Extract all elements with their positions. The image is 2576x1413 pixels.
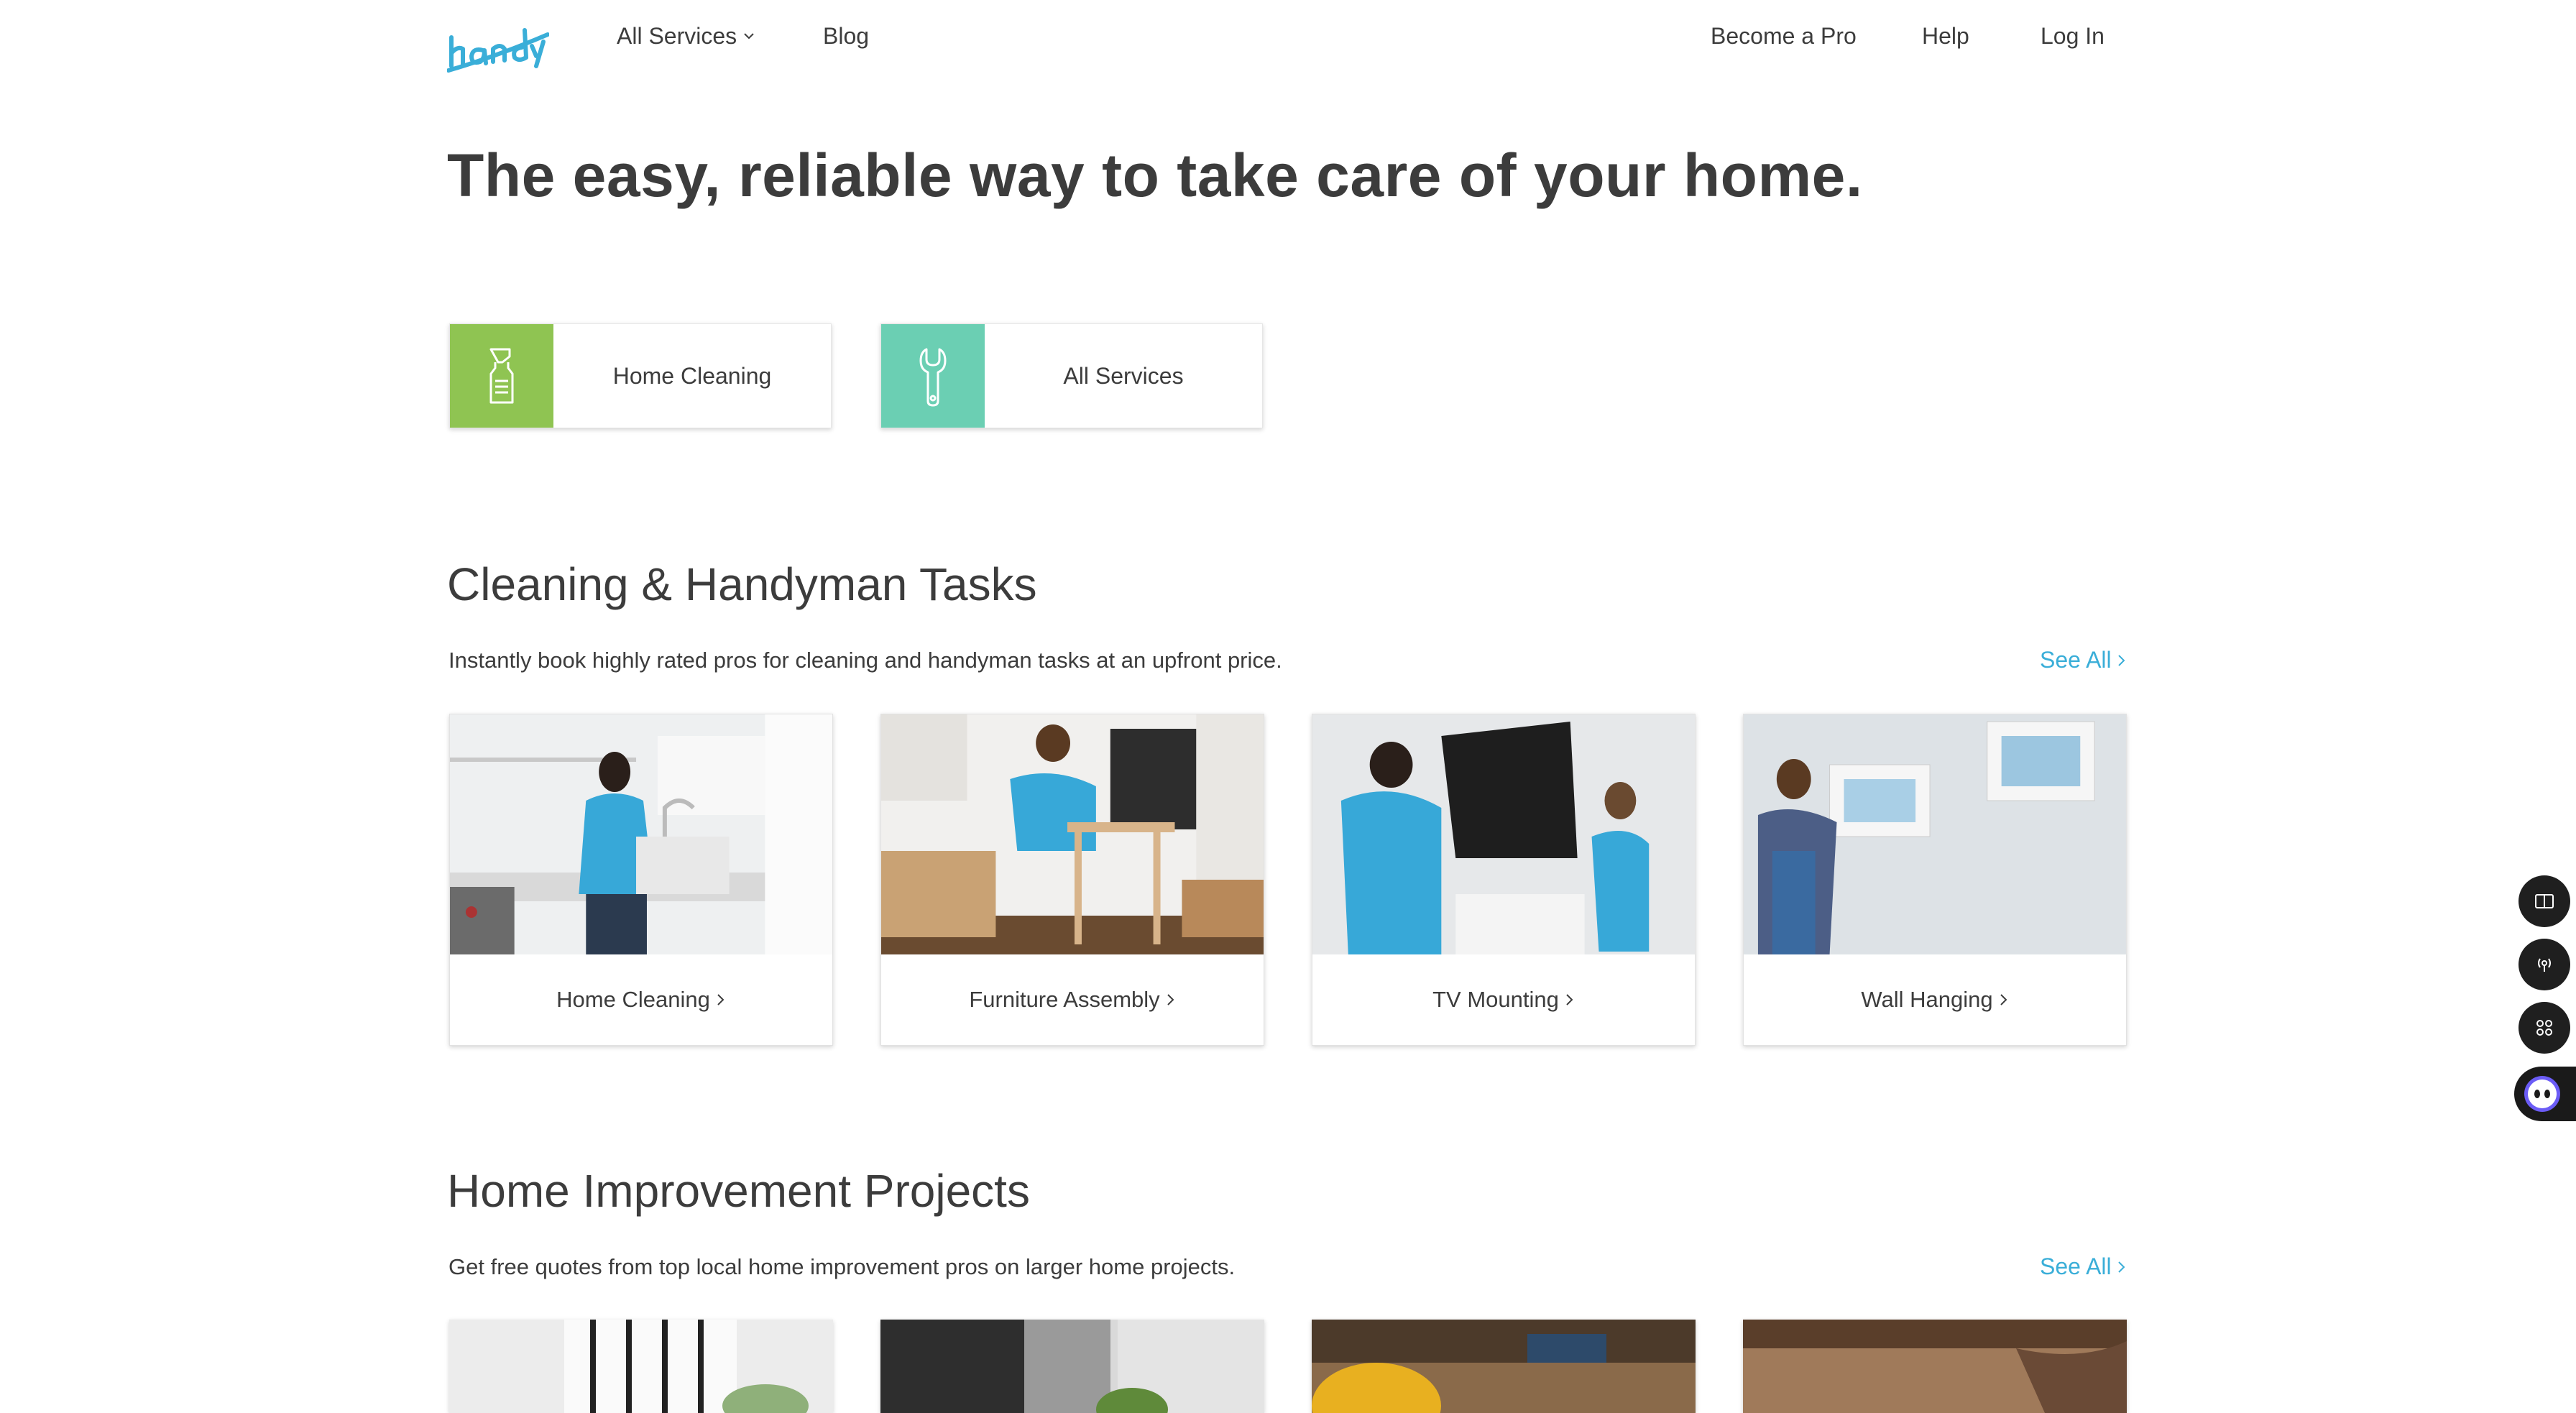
task-card-wall-hanging[interactable]: Wall Hanging <box>1743 714 2127 1046</box>
see-all-projects-link[interactable]: See All <box>2040 1253 2128 1280</box>
section-title-projects: Home Improvement Projects <box>447 1165 1030 1217</box>
see-all-tasks-link[interactable]: See All <box>2040 647 2128 673</box>
task-card-label-text: TV Mounting <box>1432 987 1559 1012</box>
furniture-assembly-photo <box>881 714 1264 954</box>
grid-icon <box>2536 1020 2552 1036</box>
task-card-furniture-assembly[interactable]: Furniture Assembly <box>880 714 1264 1046</box>
handy-logo[interactable] <box>446 6 550 76</box>
project-photo <box>1743 1320 2127 1413</box>
task-card-label: TV Mounting <box>1312 954 1695 1045</box>
see-all-label: See All <box>2040 647 2112 673</box>
chevron-right-icon <box>1167 994 1174 1005</box>
book-icon <box>2535 894 2554 908</box>
handy-logo-icon <box>446 28 550 73</box>
spray-bottle-icon <box>450 324 553 428</box>
assistant-face-icon <box>2524 1076 2560 1112</box>
page-title: The easy, reliable way to take care of y… <box>447 142 1863 209</box>
nav-blog[interactable]: Blog <box>823 22 869 50</box>
wrench-icon <box>881 324 985 428</box>
broadcast-icon <box>2538 958 2551 972</box>
project-card-1[interactable] <box>449 1320 833 1413</box>
quick-service-label: Home Cleaning <box>612 362 772 389</box>
task-card-label-text: Home Cleaning <box>556 987 710 1012</box>
task-card-home-cleaning[interactable]: Home Cleaning <box>449 714 833 1046</box>
project-card-3[interactable] <box>1312 1320 1696 1413</box>
assistant-tab[interactable] <box>2514 1067 2576 1121</box>
project-photo <box>880 1320 1264 1413</box>
task-card-label-text: Furniture Assembly <box>969 987 1160 1012</box>
chevron-right-icon <box>2117 654 2125 666</box>
home-cleaning-photo <box>450 714 832 954</box>
see-all-label: See All <box>2040 1253 2112 1279</box>
section-title-tasks: Cleaning & Handyman Tasks <box>447 558 1037 610</box>
nav-log-in[interactable]: Log In <box>2041 22 2104 50</box>
chevron-right-icon <box>2000 994 2007 1005</box>
nav-become-a-pro[interactable]: Become a Pro <box>1711 22 1857 50</box>
project-photo <box>1312 1320 1696 1413</box>
section-description-projects: Get free quotes from top local home impr… <box>448 1254 1236 1279</box>
task-card-label: Home Cleaning <box>450 954 832 1045</box>
task-card-label: Wall Hanging <box>1744 954 2126 1045</box>
task-card-label: Furniture Assembly <box>881 954 1264 1045</box>
reader-mode-button[interactable] <box>2518 875 2570 927</box>
chevron-right-icon <box>1566 994 1573 1005</box>
chevron-right-icon <box>717 994 724 1005</box>
project-card-4[interactable] <box>1743 1320 2127 1413</box>
quick-service-label: All Services <box>1063 362 1184 389</box>
chevron-down-icon <box>744 33 754 40</box>
quick-service-home-cleaning[interactable]: Home Cleaning <box>449 323 832 428</box>
project-card-2[interactable] <box>880 1320 1264 1413</box>
project-photo <box>449 1320 833 1413</box>
wall-hanging-photo <box>1744 714 2126 954</box>
chevron-right-icon <box>2117 1261 2125 1273</box>
section-description-tasks: Instantly book highly rated pros for cle… <box>448 648 1282 673</box>
nav-all-services[interactable]: All Services <box>617 22 755 50</box>
quick-service-all-services[interactable]: All Services <box>880 323 1263 428</box>
task-card-label-text: Wall Hanging <box>1861 987 1993 1012</box>
nav-help[interactable]: Help <box>1922 22 1969 50</box>
task-card-tv-mounting[interactable]: TV Mounting <box>1312 714 1696 1046</box>
apps-button[interactable] <box>2518 1002 2570 1054</box>
tv-mounting-photo <box>1312 714 1695 954</box>
nav-all-services-label: All Services <box>617 23 737 49</box>
broadcast-button[interactable] <box>2518 939 2570 990</box>
